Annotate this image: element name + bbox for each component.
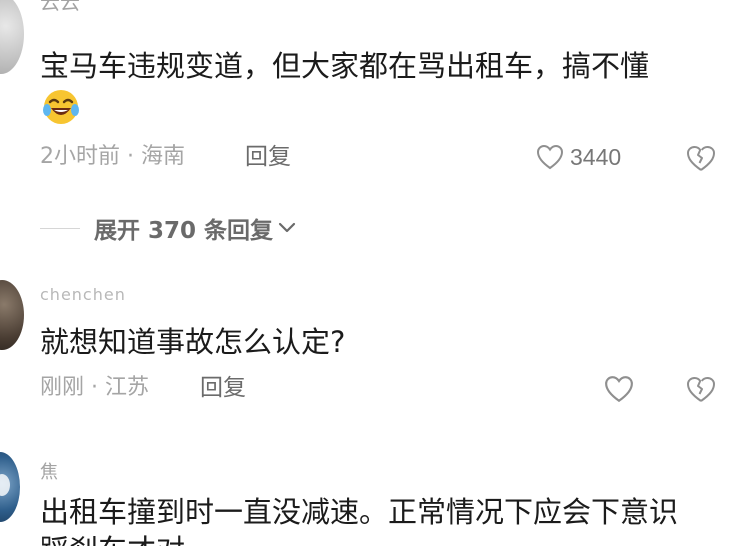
chevron-down-icon	[278, 222, 296, 233]
comment-text: 宝马车违规变道，但大家都在骂出租车，搞不懂	[40, 49, 650, 83]
expand-replies-label: 展开 370 条回复	[94, 218, 274, 244]
dislike-broken-heart-icon[interactable]	[686, 143, 716, 173]
heart-icon[interactable]	[604, 374, 634, 404]
comment-time-location: 刚刚 · 江苏	[40, 375, 149, 400]
comment-username[interactable]: chenchen	[40, 285, 126, 304]
laughing-crying-emoji-icon	[43, 90, 79, 124]
like-count: 3440	[570, 143, 622, 170]
comment-text: 就想知道事故怎么认定?	[40, 325, 346, 359]
divider	[40, 227, 80, 229]
avatar[interactable]	[0, 280, 24, 350]
reply-button[interactable]: 回复	[200, 373, 246, 403]
like-button[interactable]: 3440	[536, 142, 621, 172]
comment-time-location: 2小时前 · 海南	[40, 144, 185, 169]
comment-text-line2: 踩刹车才对	[40, 530, 185, 546]
comment-meta: 2小时前 · 海南	[40, 142, 185, 172]
comment-text: 出租车撞到时一直没减速。正常情况下应会下意识	[40, 495, 679, 529]
comment-list: 云云 宝马车违规变道，但大家都在骂出租车，搞不懂 2小时前 · 海南 回复 34…	[0, 0, 748, 546]
expand-replies-button[interactable]: 展开 370 条回复	[40, 212, 297, 244]
dislike-broken-heart-icon[interactable]	[686, 374, 716, 404]
heart-icon	[536, 144, 564, 170]
avatar[interactable]	[0, 452, 20, 522]
avatar[interactable]	[0, 0, 24, 74]
reply-button[interactable]: 回复	[245, 142, 291, 172]
comment-meta: 刚刚 · 江苏	[40, 373, 149, 403]
comment-username[interactable]: 云云	[40, 0, 80, 15]
comment-username[interactable]: 焦	[40, 458, 58, 484]
